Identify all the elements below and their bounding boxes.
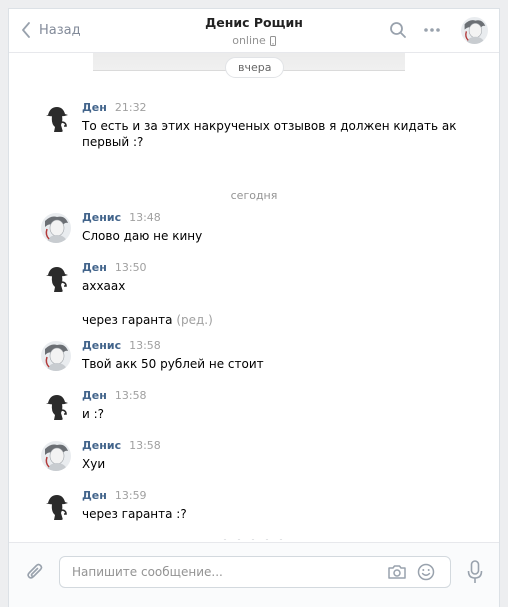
message-text: и :? — [82, 407, 105, 421]
user-avatar-icon — [461, 17, 488, 44]
message: Ден 21:32 То есть и за этих накрученых о… — [41, 101, 479, 150]
online-status: online — [232, 34, 276, 47]
message-text: Твой акк 50 рублей не стоит — [82, 357, 264, 371]
detective-avatar-icon — [41, 103, 71, 133]
message-text: аххаах — [82, 279, 126, 293]
message-line: первый :? — [82, 135, 144, 149]
user-avatar-icon — [41, 341, 71, 371]
message-composer: Напишите сообщение... — [9, 542, 499, 607]
message-author[interactable]: Ден — [82, 489, 107, 502]
message-author[interactable]: Денис — [82, 439, 121, 452]
phone-icon — [269, 35, 276, 46]
chat-window: Назад Денис Рощин online вчера Ден 21:32… — [8, 8, 500, 607]
detective-avatar-icon — [41, 491, 71, 521]
day-separator-today: сегодня — [230, 189, 278, 202]
message-author[interactable]: Ден — [82, 389, 107, 402]
message-line: То есть и за этих накрученых отзывов я д… — [82, 119, 457, 133]
message-time[interactable]: 13:59 — [115, 489, 147, 502]
message-author[interactable]: Денис — [82, 211, 121, 224]
message-author[interactable]: Ден — [82, 261, 107, 274]
chat-header: Назад Денис Рощин online — [9, 9, 499, 53]
sender-avatar[interactable] — [41, 213, 71, 243]
paperclip-icon[interactable] — [25, 561, 45, 583]
message: Денис 13:58 Хуи — [41, 439, 479, 472]
message-time[interactable]: 13:58 — [129, 339, 161, 352]
message: Ден 13:50 аххаах через гаранта (ред.) — [41, 261, 479, 328]
message-time[interactable]: 13:50 — [115, 261, 147, 274]
smile-icon[interactable] — [417, 563, 435, 581]
message: Денис 13:48 Слово даю не кину — [41, 211, 479, 244]
message-author[interactable]: Денис — [82, 339, 121, 352]
message-time[interactable]: 21:32 — [115, 101, 147, 114]
message: Ден 13:58 и :? — [41, 389, 479, 422]
camera-icon[interactable] — [387, 564, 407, 580]
user-avatar-icon — [41, 213, 71, 243]
message-author[interactable]: Ден — [82, 101, 107, 114]
detective-avatar-icon — [41, 391, 71, 421]
message: Ден 13:59 через гаранта :? — [41, 489, 479, 522]
user-avatar-icon — [41, 441, 71, 471]
sender-avatar[interactable] — [41, 491, 71, 521]
message-text: Слово даю не кину — [82, 229, 203, 243]
message-text-edited: через гаранта (ред.) — [82, 312, 479, 328]
message: Денис 13:58 Твой акк 50 рублей не стоит — [41, 339, 479, 372]
day-pill-yesterday: вчера — [225, 57, 285, 78]
sender-avatar[interactable] — [41, 263, 71, 293]
status-text: online — [232, 34, 266, 47]
detective-avatar-icon — [41, 263, 71, 293]
message-time[interactable]: 13:58 — [129, 439, 161, 452]
message-text: Хуи — [82, 457, 106, 471]
sender-avatar[interactable] — [41, 441, 71, 471]
header-avatar[interactable] — [461, 17, 488, 44]
more-dots-icon[interactable] — [423, 23, 441, 37]
message-history[interactable]: вчера Ден 21:32 То есть и за этих накруч… — [9, 53, 499, 540]
sender-avatar[interactable] — [41, 391, 71, 421]
message-time[interactable]: 13:58 — [115, 389, 147, 402]
message-line: через гаранта — [82, 313, 173, 327]
search-icon[interactable] — [389, 21, 407, 39]
edited-marker[interactable]: (ред.) — [176, 313, 212, 327]
partially-hidden-text: • • • • • — [9, 535, 499, 540]
sender-avatar[interactable] — [41, 103, 71, 133]
message-text: То есть и за этих накрученых отзывов я д… — [82, 118, 479, 150]
message-time[interactable]: 13:48 — [129, 211, 161, 224]
message-text: через гаранта :? — [82, 507, 187, 521]
sender-avatar[interactable] — [41, 341, 71, 371]
microphone-icon[interactable] — [467, 560, 483, 584]
